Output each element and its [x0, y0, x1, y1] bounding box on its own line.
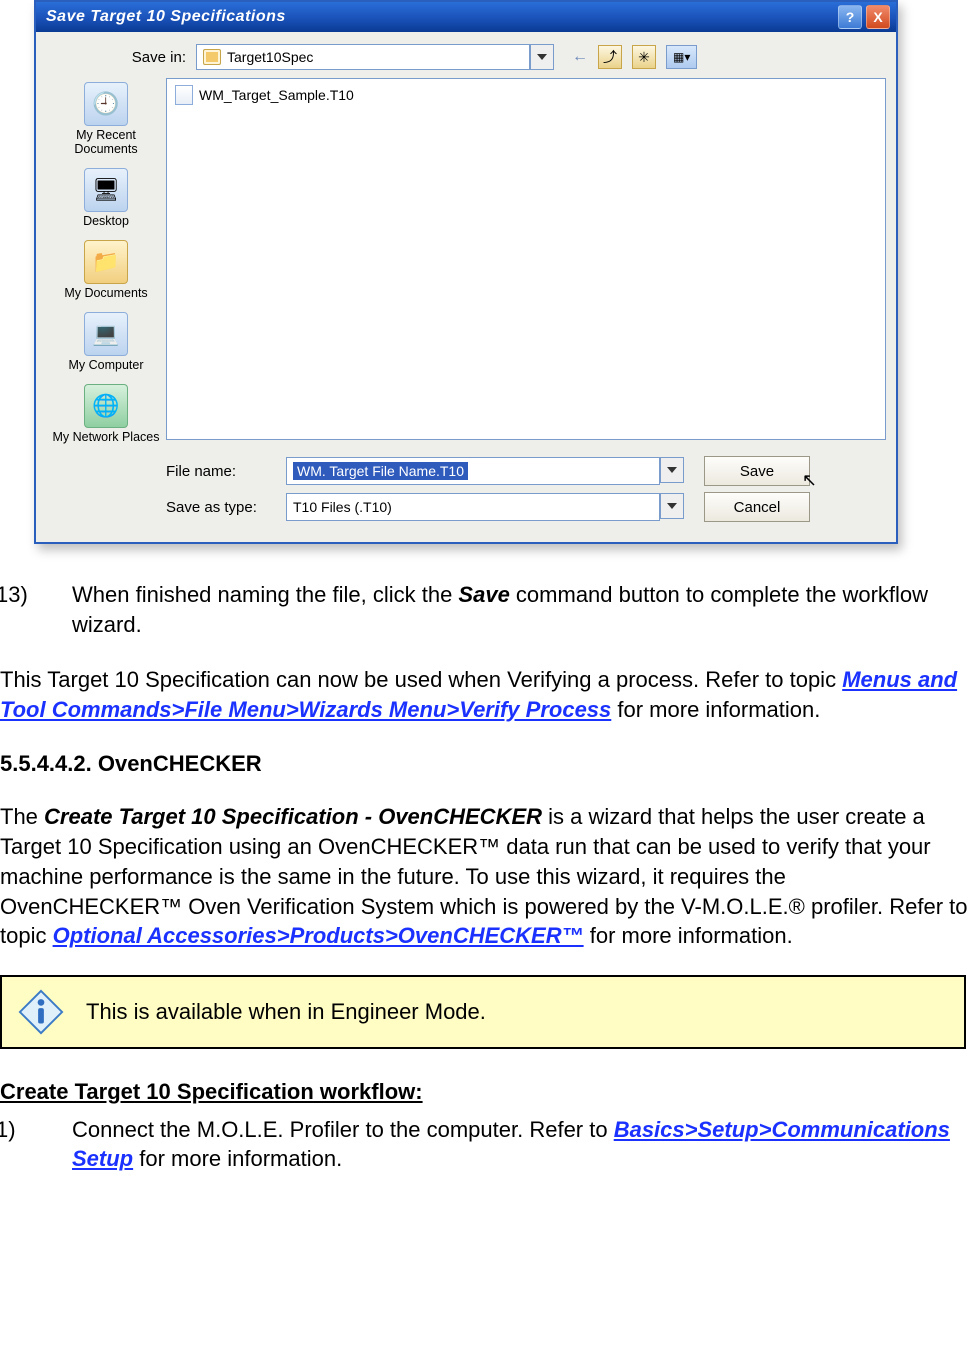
ovenchecker-paragraph: The Create Target 10 Specification - Ove… — [0, 802, 974, 950]
sidebar-item-network-places[interactable]: 🌐 My Network Places — [51, 380, 161, 450]
sidebar-item-mycomputer[interactable]: 💻 My Computer — [51, 308, 161, 378]
network-places-icon: 🌐 — [84, 384, 128, 428]
save-in-combo[interactable]: Target10Spec — [196, 44, 530, 70]
cancel-button[interactable]: Cancel — [704, 492, 810, 522]
save-in-row: Save in: Target10Spec ← ⤴ ✳ ▦▾ — [46, 44, 886, 70]
step-1-number: 1) — [34, 1115, 72, 1145]
ovenchecker-link[interactable]: Optional Accessories>Products>OvenCHECKE… — [53, 923, 584, 948]
views-menu-button[interactable]: ▦▾ — [666, 45, 697, 69]
filename-input[interactable]: WM. Target File Name.T10 — [286, 457, 660, 485]
document-icon — [175, 85, 193, 105]
file-list-pane[interactable]: WM_Target_Sample.T10 — [166, 78, 886, 440]
sidebar-item-desktop[interactable]: 🖥 Desktop — [51, 164, 161, 234]
sidebar-item-mydocs[interactable]: 📁 My Documents — [51, 236, 161, 306]
savetype-value: T10 Files (.T10) — [293, 499, 392, 515]
save-button[interactable]: Save ↖ — [704, 456, 810, 486]
save-in-label: Save in: — [46, 49, 196, 66]
filename-label: File name: — [166, 463, 286, 480]
savetype-label: Save as type: — [166, 499, 286, 516]
my-computer-icon: 💻 — [84, 312, 128, 356]
chevron-down-icon — [667, 503, 677, 509]
new-folder-icon[interactable]: ✳ — [632, 45, 656, 69]
filename-dropdown-button[interactable] — [660, 457, 684, 483]
sidebar-item-recent[interactable]: 🕘 My Recent Documents — [51, 78, 161, 162]
create-target10-keyword: Create Target 10 Specification - OvenCHE… — [44, 804, 542, 829]
file-list-item-label: WM_Target_Sample.T10 — [199, 87, 354, 103]
file-list-item[interactable]: WM_Target_Sample.T10 — [175, 85, 877, 105]
chevron-down-icon — [537, 54, 547, 60]
save-in-value: Target10Spec — [227, 49, 313, 65]
folder-icon — [203, 49, 221, 65]
desktop-icon: 🖥 — [84, 168, 128, 212]
save-dialog-screenshot: Save Target 10 Specifications ? X Save i… — [34, 0, 894, 544]
chevron-down-icon — [667, 467, 677, 473]
savetype-select[interactable]: T10 Files (.T10) — [286, 493, 660, 521]
mouse-cursor-icon: ↖ — [802, 470, 817, 491]
info-icon — [16, 987, 66, 1037]
dialog-body: Save in: Target10Spec ← ⤴ ✳ ▦▾ — [36, 32, 896, 542]
save-dialog: Save Target 10 Specifications ? X Save i… — [34, 0, 898, 544]
save-in-dropdown-button[interactable] — [530, 44, 554, 70]
back-icon[interactable]: ← — [572, 48, 588, 66]
dialog-toolbar: ← ⤴ ✳ ▦▾ — [572, 45, 697, 69]
up-one-level-icon[interactable]: ⤴ — [598, 45, 622, 69]
step-13-number: 13) — [34, 580, 72, 610]
note-text: This is available when in Engineer Mode. — [66, 997, 486, 1027]
dialog-titlebar: Save Target 10 Specifications ? X — [36, 2, 896, 32]
dialog-title: Save Target 10 Specifications — [46, 8, 834, 26]
workflow-heading: Create Target 10 Specification workflow: — [0, 1077, 974, 1107]
places-sidebar: 🕘 My Recent Documents 🖥 Desktop 📁 My Doc… — [46, 78, 166, 528]
save-keyword: Save — [458, 582, 509, 607]
topic-reference-paragraph: This Target 10 Specification can now be … — [0, 665, 974, 724]
titlebar-help-button[interactable]: ? — [838, 5, 862, 29]
titlebar-close-button[interactable]: X — [866, 5, 890, 29]
document-body: 13)When finished naming the file, click … — [0, 544, 974, 1174]
step-1: 1)Connect the M.O.L.E. Profiler to the c… — [0, 1115, 974, 1174]
step-13: 13)When finished naming the file, click … — [0, 580, 974, 639]
recent-documents-icon: 🕘 — [84, 82, 128, 126]
section-heading-ovenchecker: 5.5.4.4.2. OvenCHECKER — [0, 749, 974, 779]
my-documents-icon: 📁 — [84, 240, 128, 284]
engineer-mode-note: This is available when in Engineer Mode. — [0, 975, 966, 1049]
savetype-dropdown-button[interactable] — [660, 493, 684, 519]
filename-value: WM. Target File Name.T10 — [293, 462, 468, 480]
